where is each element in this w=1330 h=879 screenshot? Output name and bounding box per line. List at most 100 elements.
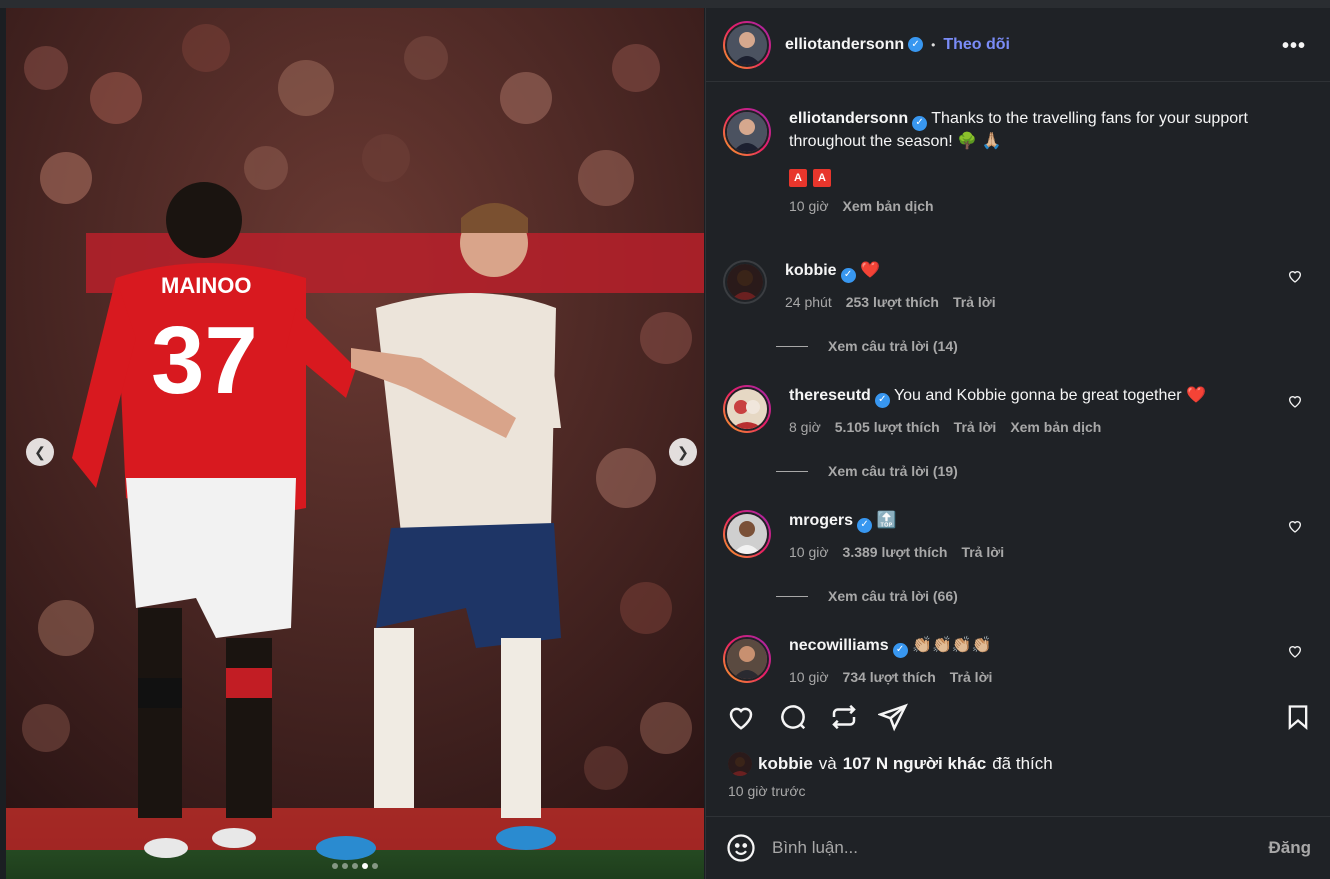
comment-text: You and Kobbie gonna be great together ❤… <box>893 387 1206 404</box>
jersey-name: MAINOO <box>161 273 251 298</box>
badge-a-icon: A <box>789 168 807 187</box>
thereseutd-avatar-image <box>727 389 767 429</box>
post-comment-button[interactable]: Đăng <box>1269 838 1312 858</box>
comment-item: thereseutd ✓ You and Kobbie gonna be grea… <box>723 385 1313 438</box>
carousel-indicators <box>332 863 378 869</box>
carousel-dot <box>372 863 378 869</box>
share-send-icon[interactable] <box>878 702 908 732</box>
like-comment-heart-icon[interactable] <box>1287 268 1303 284</box>
post-header: elliotandersonn ✓ • Theo dõi ••• <box>706 8 1330 82</box>
comment-text: 🔝 <box>876 512 897 529</box>
commenter-avatar[interactable] <box>723 635 771 683</box>
post-photo[interactable]: MAINOO 37 ❮ ❯ <box>6 8 704 879</box>
author-avatar[interactable] <box>723 20 771 69</box>
commenter-username[interactable]: necowilliams <box>789 637 889 654</box>
top-strip <box>0 0 1330 8</box>
comment-time: 10 giờ <box>789 543 829 560</box>
commenter-avatar[interactable] <box>723 510 771 558</box>
post-time-ago: 10 giờ trước <box>728 783 806 799</box>
verified-badge-icon: ✓ <box>840 267 856 283</box>
likes-summary: kobbie và 107 N người khác đã thích <box>728 752 1053 776</box>
mrogers-avatar-image <box>727 514 767 554</box>
necowilliams-avatar-image <box>727 639 767 679</box>
like-comment-heart-icon[interactable] <box>1287 518 1303 534</box>
more-options-icon[interactable]: ••• <box>1282 35 1306 58</box>
reply-link[interactable]: Trả lời <box>954 416 997 438</box>
caption-badges: A A <box>789 168 1294 187</box>
author-avatar-image <box>727 24 767 65</box>
comment-text: 👏🏼👏🏼👏🏼👏🏼 <box>912 637 992 654</box>
comment-time: 8 giờ <box>789 418 821 435</box>
previous-image-button[interactable]: ❮ <box>26 438 54 466</box>
like-heart-icon[interactable] <box>726 702 756 732</box>
commenter-username[interactable]: mrogers <box>789 512 853 529</box>
view-replies-link[interactable]: Xem câu trả lời (66) <box>776 588 958 604</box>
save-bookmark-icon[interactable] <box>1284 702 1312 732</box>
comment-item: necowilliams ✓ 👏🏼👏🏼👏🏼👏🏼 10 giờ 734 lượt t… <box>723 635 1313 688</box>
comment-likes[interactable]: 3.389 lượt thích <box>843 541 948 563</box>
comment-time: 24 phút <box>785 293 832 310</box>
post-side-panel: elliotandersonn ✓ • Theo dõi ••• elliota… <box>705 8 1330 879</box>
comment-item: mrogers ✓ 🔝 10 giờ 3.389 lượt thích Trả l… <box>723 510 1313 563</box>
comment-likes[interactable]: 734 lượt thích <box>843 666 936 688</box>
reply-link[interactable]: Trả lời <box>961 541 1004 563</box>
badge-a-icon: A <box>813 168 831 187</box>
comment-text: ❤️ <box>860 262 880 279</box>
comment-likes[interactable]: 253 lượt thích <box>846 291 939 313</box>
verified-badge-icon: ✓ <box>892 642 908 658</box>
translate-link[interactable]: Xem bản dịch <box>1010 416 1101 438</box>
liker-avatar <box>728 752 752 776</box>
view-replies-label: Xem câu trả lời (14) <box>828 338 958 354</box>
commenter-avatar[interactable] <box>723 385 771 433</box>
post-caption: elliotandersonn ✓ Thanks to the travellin… <box>723 108 1313 217</box>
like-comment-heart-icon[interactable] <box>1287 393 1303 409</box>
photo-illustration: MAINOO 37 <box>6 8 704 879</box>
carousel-dot <box>332 863 338 869</box>
caption-username[interactable]: elliotandersonn <box>789 110 908 127</box>
comment-bubble-icon[interactable] <box>778 702 808 732</box>
caption-time: 10 giờ <box>789 197 829 214</box>
comment-likes[interactable]: 5.105 lượt thích <box>835 416 940 438</box>
commenter-username[interactable]: kobbie <box>785 262 837 279</box>
emoji-icon[interactable] <box>726 833 756 863</box>
verified-badge-icon: ✓ <box>908 37 924 52</box>
comment-input[interactable] <box>772 838 1269 858</box>
like-comment-heart-icon[interactable] <box>1287 643 1303 659</box>
chevron-left-icon: ❮ <box>34 443 46 460</box>
liker-avatar-image <box>728 752 752 776</box>
follow-button[interactable]: Theo dõi <box>943 36 1010 54</box>
post-actions <box>726 702 1316 734</box>
replies-divider <box>776 470 808 472</box>
chevron-right-icon: ❯ <box>677 443 689 460</box>
separator-dot: • <box>931 37 936 52</box>
view-replies-label: Xem câu trả lời (66) <box>828 588 958 604</box>
carousel-dot <box>352 863 358 869</box>
caption-avatar-image <box>727 112 767 152</box>
reply-link[interactable]: Trả lời <box>953 291 996 313</box>
kobbie-avatar-image <box>727 264 763 300</box>
likes-suffix: đã thích <box>992 754 1053 773</box>
view-replies-label: Xem câu trả lời (19) <box>828 463 958 479</box>
jersey-number: 37 <box>151 307 258 414</box>
view-replies-link[interactable]: Xem câu trả lời (19) <box>776 463 958 479</box>
likes-others[interactable]: 107 N người khác <box>843 754 986 774</box>
carousel-dot-active <box>362 863 368 869</box>
view-replies-link[interactable]: Xem câu trả lời (14) <box>776 338 958 354</box>
carousel-dot <box>342 863 348 869</box>
comment-item: kobbie ✓ ❤️ 24 phút 253 lượt thích Trả lờ… <box>723 260 1313 313</box>
replies-divider <box>776 345 808 347</box>
caption-avatar[interactable] <box>723 108 771 156</box>
repost-icon[interactable] <box>829 702 859 732</box>
instagram-post-modal: MAINOO 37 ❮ ❯ elliotandersonn ✓ • Theo d… <box>0 0 1330 879</box>
comment-time: 10 giờ <box>789 668 829 685</box>
next-image-button[interactable]: ❯ <box>669 438 697 466</box>
author-username[interactable]: elliotandersonn <box>785 36 904 54</box>
commenter-avatar[interactable] <box>723 260 767 304</box>
verified-badge-icon: ✓ <box>912 115 928 131</box>
replies-divider <box>776 595 808 597</box>
likes-and: và <box>818 754 837 773</box>
reply-link[interactable]: Trả lời <box>950 666 993 688</box>
translate-link[interactable]: Xem bản dịch <box>843 195 934 217</box>
commenter-username[interactable]: thereseutd <box>789 387 871 404</box>
liker-username[interactable]: kobbie <box>758 754 813 774</box>
